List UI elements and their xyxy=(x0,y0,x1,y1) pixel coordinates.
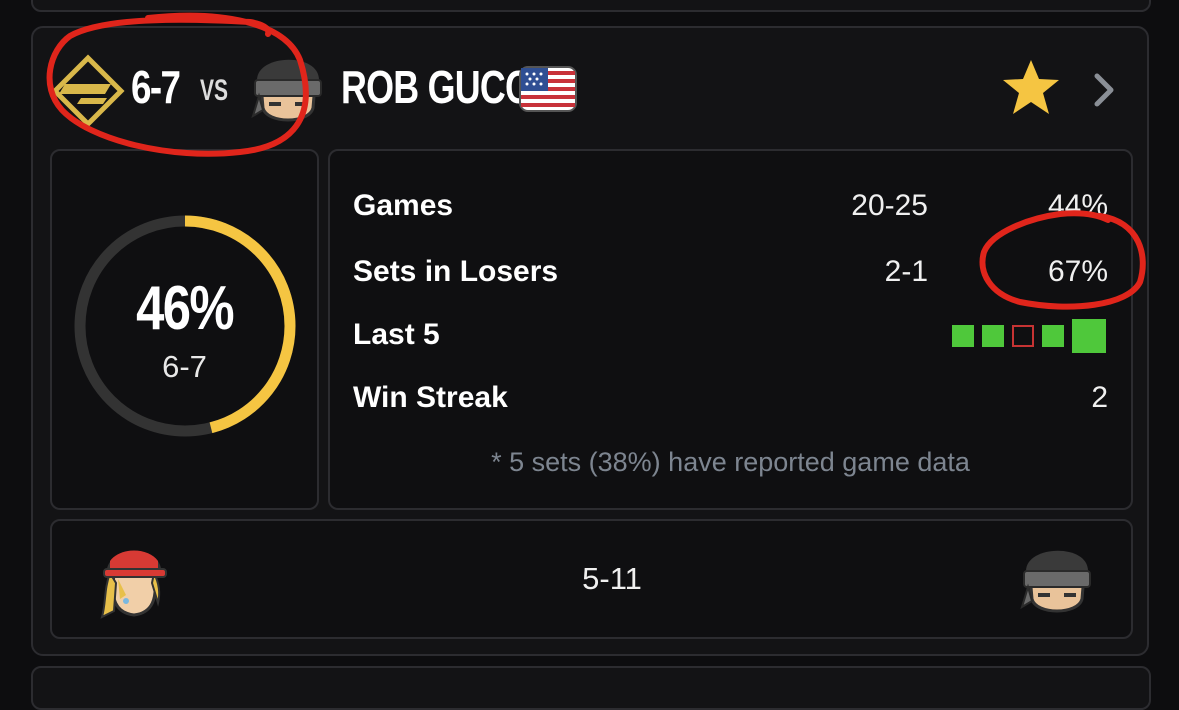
vs-label: VS xyxy=(200,74,229,107)
stat-label-sets-in-losers: Sets in Losers xyxy=(353,255,559,288)
stat-value-games: 20-25 xyxy=(851,189,928,222)
chevron-right-icon[interactable] xyxy=(1089,70,1119,110)
rank-diamond-icon xyxy=(51,54,125,128)
next-card-edge[interactable] xyxy=(31,666,1151,710)
record-text: 6-7 xyxy=(131,61,181,113)
win-rate-record: 6-7 xyxy=(162,349,207,384)
last-5-win-square xyxy=(982,325,1004,347)
game-data-note: * 5 sets (38%) have reported game data xyxy=(491,447,970,477)
last-5-win-square xyxy=(952,325,974,347)
headband-fighter-icon xyxy=(251,59,322,122)
character-matchup-panel[interactable]: 5-11 xyxy=(50,519,1133,639)
win-rate-percent: 46% xyxy=(136,274,234,343)
stat-label-games: Games xyxy=(353,189,454,222)
blonde-fighter-cap-icon xyxy=(100,550,167,619)
stat-pct-games: 44% xyxy=(1047,189,1108,222)
star-icon[interactable] xyxy=(1001,58,1061,116)
last-5-win-square xyxy=(1042,325,1064,347)
stat-label-last-5: Last 5 xyxy=(353,318,440,351)
last-5-loss-square xyxy=(1012,325,1034,347)
stat-label-win-streak: Win Streak xyxy=(353,381,508,414)
last-5-win-square xyxy=(1072,319,1106,353)
stat-value-win-streak: 2 xyxy=(1091,381,1108,414)
previous-card-edge[interactable] xyxy=(31,0,1151,12)
matchup-score: 5-11 xyxy=(582,561,642,596)
stat-value-sets-in-losers: 2-1 xyxy=(884,255,928,288)
matchup-card: 6-7 VS ROB GUCCI 46% 6-7 Games 20-25 44%… xyxy=(31,26,1149,656)
headband-fighter-icon xyxy=(1020,550,1091,613)
win-rate-panel: 46% 6-7 xyxy=(50,149,319,510)
us-flag-icon xyxy=(519,66,577,112)
card-header[interactable]: 6-7 VS ROB GUCCI xyxy=(33,28,1147,148)
stat-pct-sets-in-losers: 67% xyxy=(1047,255,1108,288)
opponent-name[interactable]: ROB GUCCI xyxy=(341,60,540,114)
stats-panel: Games 20-25 44% Sets in Losers 2-1 67% L… xyxy=(328,149,1133,510)
